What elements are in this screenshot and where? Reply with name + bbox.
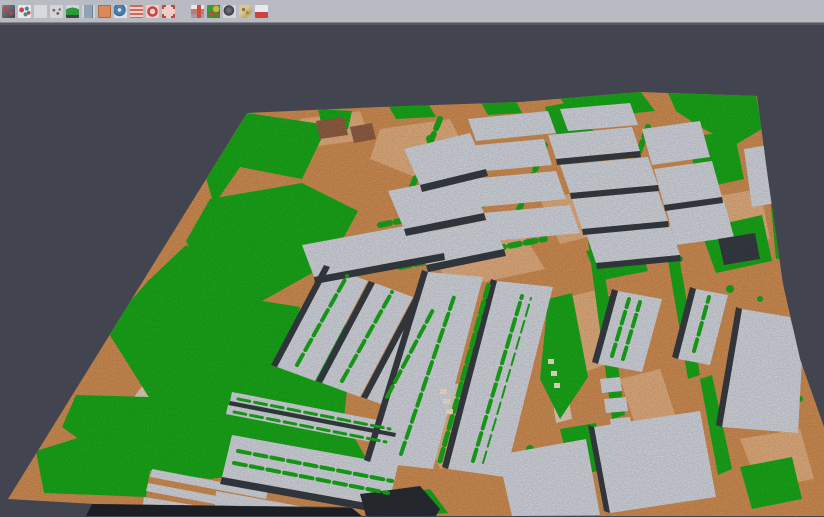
application-window xyxy=(0,0,824,517)
point-cloud-canvas[interactable] xyxy=(0,25,824,516)
globe-view-icon[interactable] xyxy=(114,5,127,18)
terrain-model-icon[interactable] xyxy=(34,5,47,18)
raster-grid-icon[interactable] xyxy=(191,5,204,18)
building-extraction-icon[interactable] xyxy=(82,5,95,18)
viewport-3d xyxy=(0,23,824,517)
layer-stack-icon[interactable] xyxy=(130,5,143,18)
point-cloud-icon[interactable] xyxy=(2,5,15,18)
classification-map-icon[interactable] xyxy=(207,5,220,18)
dem-surface-icon[interactable] xyxy=(239,5,252,18)
3d-sphere-icon[interactable] xyxy=(223,5,236,18)
crop-box-icon[interactable] xyxy=(162,5,175,18)
toolbar-icons xyxy=(2,5,268,18)
sparse-points-icon[interactable] xyxy=(50,5,63,18)
ground-class-color-icon[interactable] xyxy=(98,5,111,18)
ground-classification-icon[interactable] xyxy=(66,5,79,18)
classified-points-icon[interactable] xyxy=(18,5,31,18)
flag-marker-icon[interactable] xyxy=(255,5,268,18)
toolbar xyxy=(0,0,824,23)
circle-selection-icon[interactable] xyxy=(146,5,159,18)
